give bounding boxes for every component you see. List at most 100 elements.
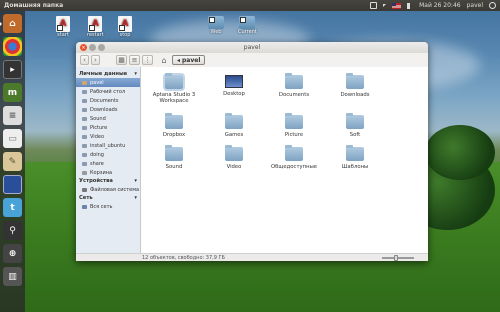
file-item[interactable]: Documents: [263, 73, 325, 98]
sidebar-item-documents[interactable]: Documents: [76, 96, 140, 105]
twitter-icon[interactable]: t: [3, 198, 22, 217]
breadcrumb[interactable]: ◂ pavel: [172, 55, 206, 65]
terminal-icon[interactable]: ▸: [3, 60, 22, 79]
desktop-icon-label: stop: [119, 32, 131, 38]
status-bar: 12 объектов, свободно: 37,9 ГБ: [76, 253, 428, 261]
list-view-button[interactable]: ≡: [129, 55, 140, 65]
unity-m-icon[interactable]: m: [3, 83, 22, 102]
zoom-slider-handle[interactable]: [394, 255, 398, 261]
sidebar-item-trash[interactable]: Корзина: [76, 168, 140, 177]
panel-title: Домашняя папка: [4, 2, 64, 9]
sidebar-item-doing[interactable]: doing: [76, 150, 140, 159]
folder-link-icon: [239, 16, 256, 29]
file-item[interactable]: Video: [203, 145, 265, 170]
sidebar-item-sound[interactable]: Sound: [76, 114, 140, 123]
trash-icon[interactable]: ▥: [3, 267, 22, 286]
icon-view-button[interactable]: ▦: [116, 55, 127, 65]
folder-download-icon: [346, 73, 364, 89]
sidebar-item-filesystem[interactable]: Файловая система: [76, 185, 140, 194]
folder-pictures-icon: [285, 113, 303, 129]
document-icon[interactable]: ▭: [3, 129, 22, 148]
file-name: Sound: [165, 164, 183, 170]
folder-music-icon: [165, 145, 183, 161]
file-item[interactable]: Sound: [143, 145, 205, 170]
volume-icon[interactable]: [407, 2, 413, 9]
text-editor-icon[interactable]: ≡: [3, 106, 22, 125]
file-name: Picture: [284, 132, 304, 138]
sidebar-header-personal[interactable]: Личные данные ▾: [76, 70, 140, 78]
desktop-icon-label: Web: [210, 29, 222, 35]
folder-video-icon: [225, 145, 243, 161]
home-icon[interactable]: ⌂: [158, 55, 170, 65]
desktop-folder-icon: [225, 75, 243, 88]
sidebar-header-network[interactable]: Сеть ▾: [76, 194, 140, 202]
sidebar-item-pavel[interactable]: pavel: [76, 78, 140, 87]
file-item[interactable]: Games: [203, 113, 265, 138]
window-titlebar[interactable]: × pavel: [76, 42, 428, 53]
sidebar-item-downloads[interactable]: Downloads: [76, 105, 140, 114]
network-icon[interactable]: [383, 4, 387, 7]
zoom-slider[interactable]: [382, 255, 414, 261]
file-name: Games: [224, 132, 244, 138]
forward-button[interactable]: ›: [91, 55, 100, 65]
folder-templates-icon: [346, 145, 364, 161]
file-name: Общедоступные: [270, 164, 318, 170]
desktop-icon-restart[interactable]: A restart: [87, 16, 104, 38]
file-item[interactable]: Downloads: [324, 73, 386, 98]
desktop-icon-start[interactable]: A start: [56, 16, 70, 38]
file-name: Desktop: [223, 91, 245, 97]
file-name: Aptana Studio 3 Workspace: [152, 92, 196, 104]
sidebar-item-video[interactable]: Video: [76, 132, 140, 141]
file-item[interactable]: Soft: [324, 113, 386, 138]
pen-icon[interactable]: ✎: [3, 152, 22, 171]
sidebar: Личные данные ▾ pavel Рабочий стол Docume…: [76, 67, 141, 253]
search-icon[interactable]: ⚲: [3, 221, 22, 240]
file-name: Video: [226, 164, 242, 170]
home-folder-icon[interactable]: ⌂: [0, 14, 22, 33]
sidebar-item-network[interactable]: Вся сеть: [76, 202, 140, 211]
file-item[interactable]: Dropbox: [143, 113, 205, 138]
folder-icon: [225, 113, 243, 129]
user-menu[interactable]: pavel: [467, 2, 483, 9]
breadcrumb-label: pavel: [182, 56, 201, 64]
file-name: Downloads: [340, 92, 370, 98]
file-item[interactable]: Общедоступные: [263, 145, 325, 170]
file-name: Documents: [278, 92, 310, 98]
desktop-icon-web[interactable]: Web: [208, 16, 224, 35]
sidebar-item-install-ubuntu[interactable]: install_ubuntu: [76, 141, 140, 150]
sidebar-item-picture[interactable]: Picture: [76, 123, 140, 132]
back-button[interactable]: ‹: [80, 55, 89, 65]
folder-public-icon: [285, 145, 303, 161]
chromium-icon[interactable]: [3, 37, 22, 56]
desktop-icon-stop[interactable]: A stop: [118, 16, 132, 38]
zoom-icon[interactable]: ⊕: [3, 244, 22, 263]
folder-link-icon: [208, 16, 224, 29]
desktop-icon-current[interactable]: Current: [238, 16, 257, 35]
mail-icon[interactable]: [370, 2, 378, 9]
folder-icon: [165, 113, 183, 129]
file-item[interactable]: Шаблоны: [324, 145, 386, 170]
file-item[interactable]: Picture: [263, 113, 325, 138]
compact-view-button[interactable]: ⋮: [142, 55, 153, 65]
file-name: Soft: [349, 132, 361, 138]
file-view: Aptana Studio 3 Workspace Desktop Docume…: [141, 67, 428, 253]
sidebar-header-devices[interactable]: Устройства ▾: [76, 177, 140, 185]
text-file-icon: A: [118, 16, 132, 32]
sidebar-item-share[interactable]: share: [76, 159, 140, 168]
window-title: pavel: [243, 44, 261, 51]
crumb-arrow-icon: ◂: [177, 56, 181, 64]
folder-icon: [346, 113, 364, 129]
top-panel: Домашняя папка Май 26 20:46 pavel: [0, 0, 500, 11]
workspace-switcher-icon[interactable]: [3, 175, 22, 194]
text-file-icon: A: [56, 16, 70, 32]
power-icon[interactable]: [489, 2, 496, 9]
desktop-icon-label: restart: [87, 32, 104, 38]
keyboard-layout-flag-icon[interactable]: [392, 2, 402, 9]
file-item[interactable]: Aptana Studio 3 Workspace: [143, 73, 205, 104]
file-item[interactable]: Desktop: [203, 75, 265, 97]
clock[interactable]: Май 26 20:46: [419, 2, 461, 9]
file-name: Dropbox: [162, 132, 186, 138]
status-text: 12 объектов, свободно: 37,9 ГБ: [142, 254, 225, 261]
desktop-icon-label: start: [57, 32, 69, 38]
sidebar-item-desktop[interactable]: Рабочий стол: [76, 87, 140, 96]
